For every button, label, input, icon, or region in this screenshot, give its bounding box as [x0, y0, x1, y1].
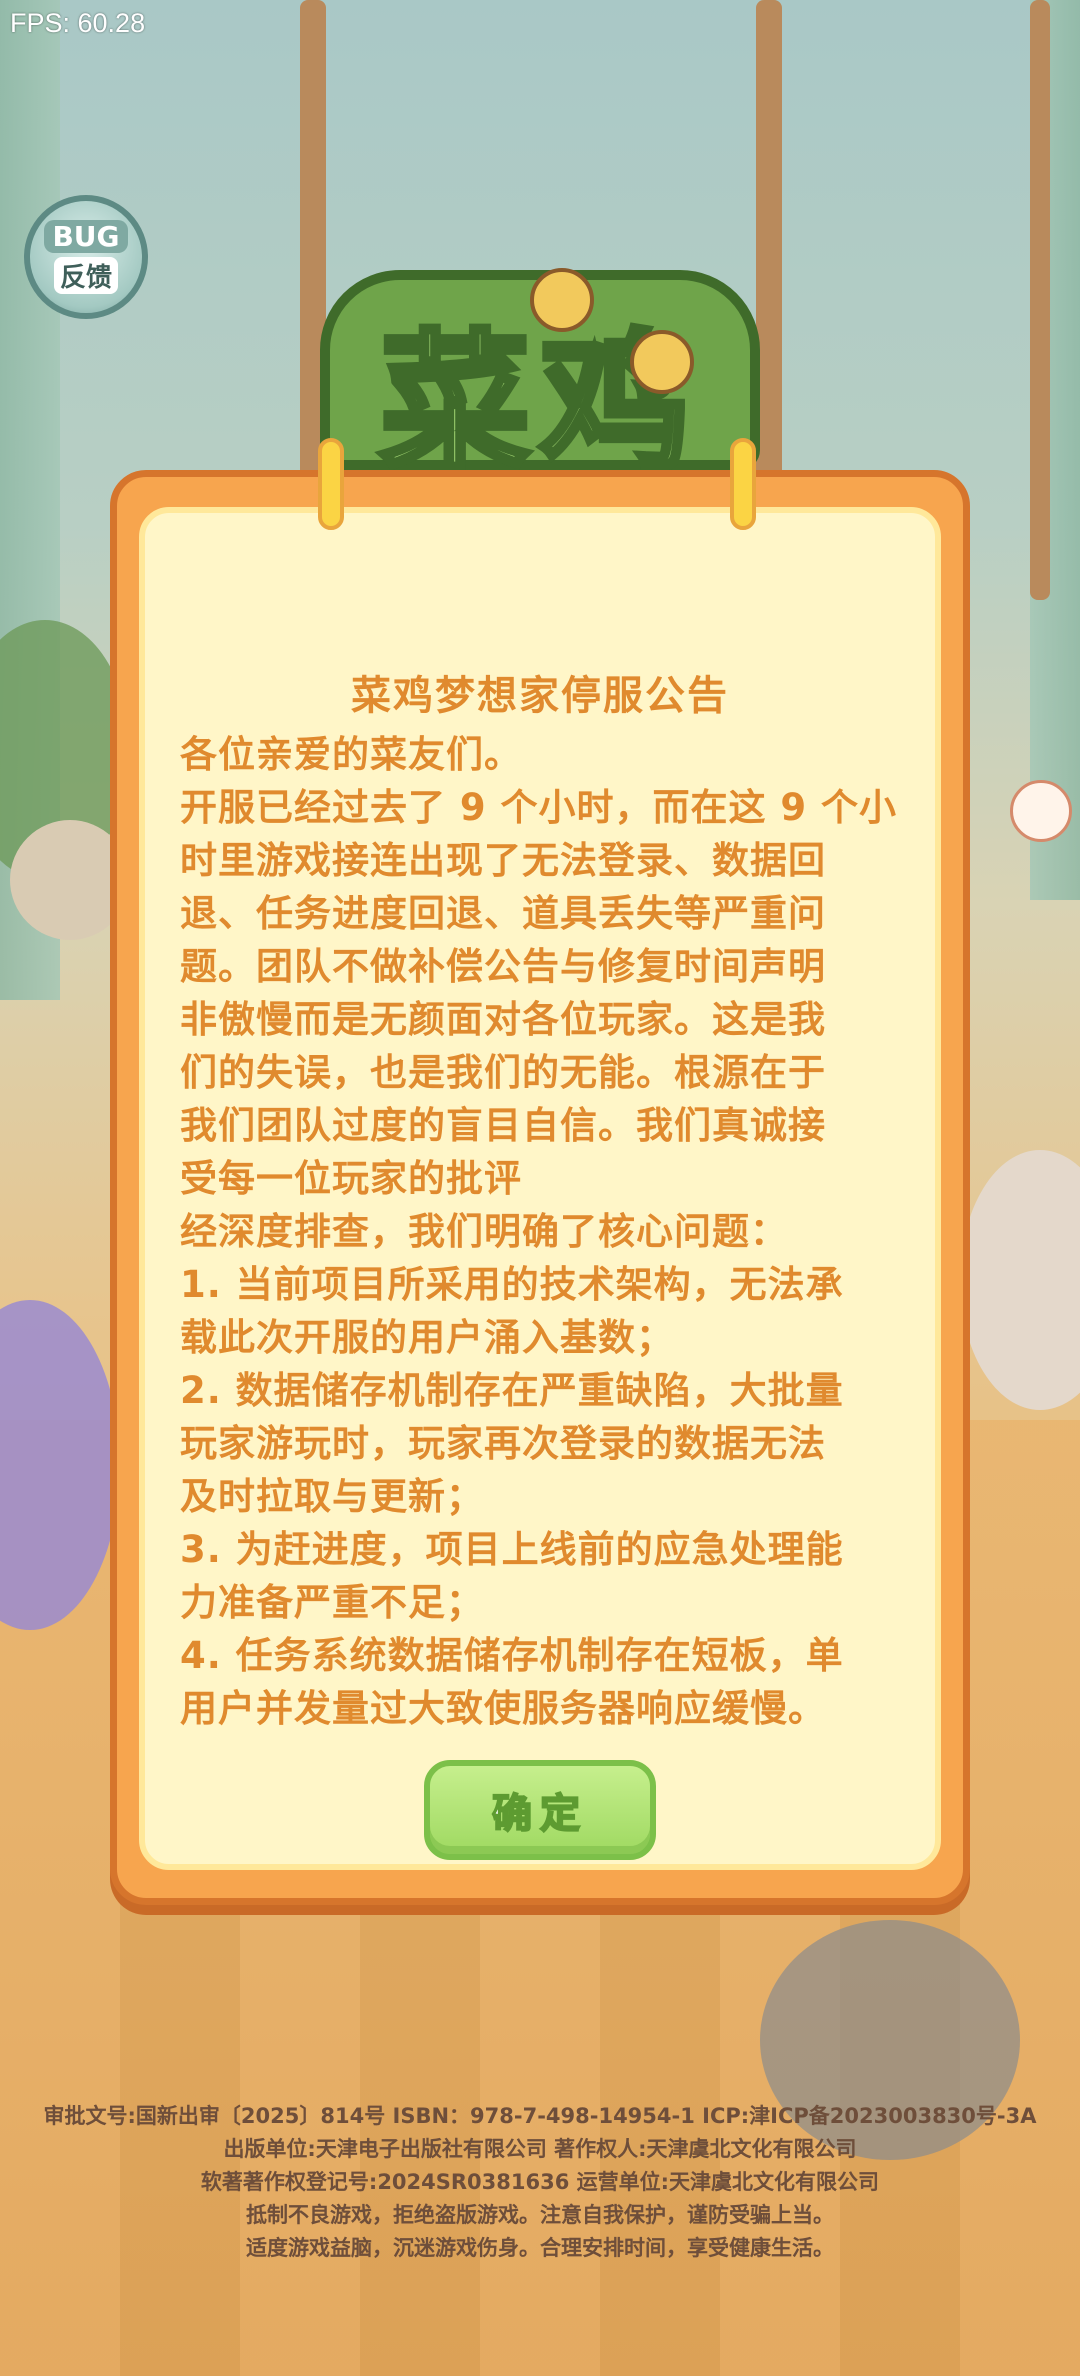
notice-line: 玩家游玩时，玩家再次登录的数据无法 — [180, 1422, 826, 1465]
notice-line: 各位亲爱的菜友们。 — [180, 733, 522, 776]
notice-line: 用户并发量过大致使服务器响应缓慢。 — [180, 1687, 826, 1730]
notice-line: 4. 任务系统数据储存机制存在短板，单 — [180, 1634, 844, 1677]
notice-line: 退、任务进度回退、道具丢失等严重问 — [180, 892, 826, 935]
pin-icon — [730, 438, 756, 530]
legal-footer: 审批文号:国新出审〔2025〕814号 ISBN：978-7-498-14954… — [0, 2100, 1080, 2265]
notice-line: 受每一位玩家的批评 — [180, 1157, 522, 1200]
background-ball — [1010, 780, 1072, 842]
feedback-label: 反馈 — [53, 257, 118, 294]
fps-counter: FPS: 60.28 — [10, 8, 146, 38]
notice-line: 时里游戏接连出现了无法登录、数据回 — [180, 839, 826, 882]
footer-line: 抵制不良游戏，拒绝盗版游戏。注意自我保护，谨防受骗上当。 — [246, 2203, 834, 2227]
notice-line: 载此次开服的用户涌入基数； — [180, 1316, 674, 1359]
bug-icon: BUG — [44, 220, 128, 253]
notice-line: 我们团队过度的盲目自信。我们真诚接 — [180, 1104, 826, 1147]
game-screen: FPS: 60.28 BUG 反馈 菜鸡 菜鸡梦想家停服公告 各位亲爱的菜友们。… — [0, 0, 1080, 2376]
notice-title: 菜鸡梦想家停服公告 — [351, 673, 729, 719]
confirm-button-label: 确定 — [491, 1790, 588, 1838]
notice-body: 各位亲爱的菜友们。 开服已经过去了 9 个小时，而在这 9 个小 时里游戏接连出… — [180, 728, 920, 1735]
footer-line: 出版单位:天津电子出版社有限公司 著作权人:天津虞北文化有限公司 — [223, 2137, 857, 2161]
pin-icon — [318, 438, 344, 530]
chick-icon — [630, 330, 694, 394]
notice-line: 及时拉取与更新； — [180, 1475, 484, 1518]
footer-line: 审批文号:国新出审〔2025〕814号 ISBN：978-7-498-14954… — [43, 2104, 1037, 2128]
game-logo: 菜鸡 — [320, 268, 760, 494]
footer-line: 软著著作权登记号:2024SR0381636 运营单位:天津虞北文化有限公司 — [200, 2170, 880, 2194]
notice-line: 2. 数据储存机制存在严重缺陷，大批量 — [180, 1369, 844, 1412]
notice-line: 3. 为赶进度，项目上线前的应急处理能 — [180, 1528, 844, 1571]
notice-line: 题。团队不做补偿公告与修复时间声明 — [180, 945, 826, 988]
notice-line: 们的失误，也是我们的无能。根源在于 — [180, 1051, 826, 1094]
notice-line: 非傲慢而是无颜面对各位玩家。这是我 — [180, 998, 826, 1041]
notice-line: 经深度排查，我们明确了核心问题： — [180, 1210, 788, 1253]
confirm-button[interactable]: 确定 — [424, 1760, 656, 1860]
background-window-frame — [1030, 0, 1050, 600]
footer-line: 适度游戏益脑，沉迷游戏伤身。合理安排时间，享受健康生活。 — [246, 2236, 834, 2260]
notice-line: 力准备严重不足； — [180, 1581, 484, 1624]
chick-icon — [530, 268, 594, 332]
background-character-right — [960, 1150, 1080, 1410]
bug-feedback-button[interactable]: BUG 反馈 — [24, 195, 148, 319]
notice-line: 1. 当前项目所采用的技术架构，无法承 — [180, 1263, 844, 1306]
notice-line: 开服已经过去了 9 个小时，而在这 9 个小 — [180, 786, 898, 829]
